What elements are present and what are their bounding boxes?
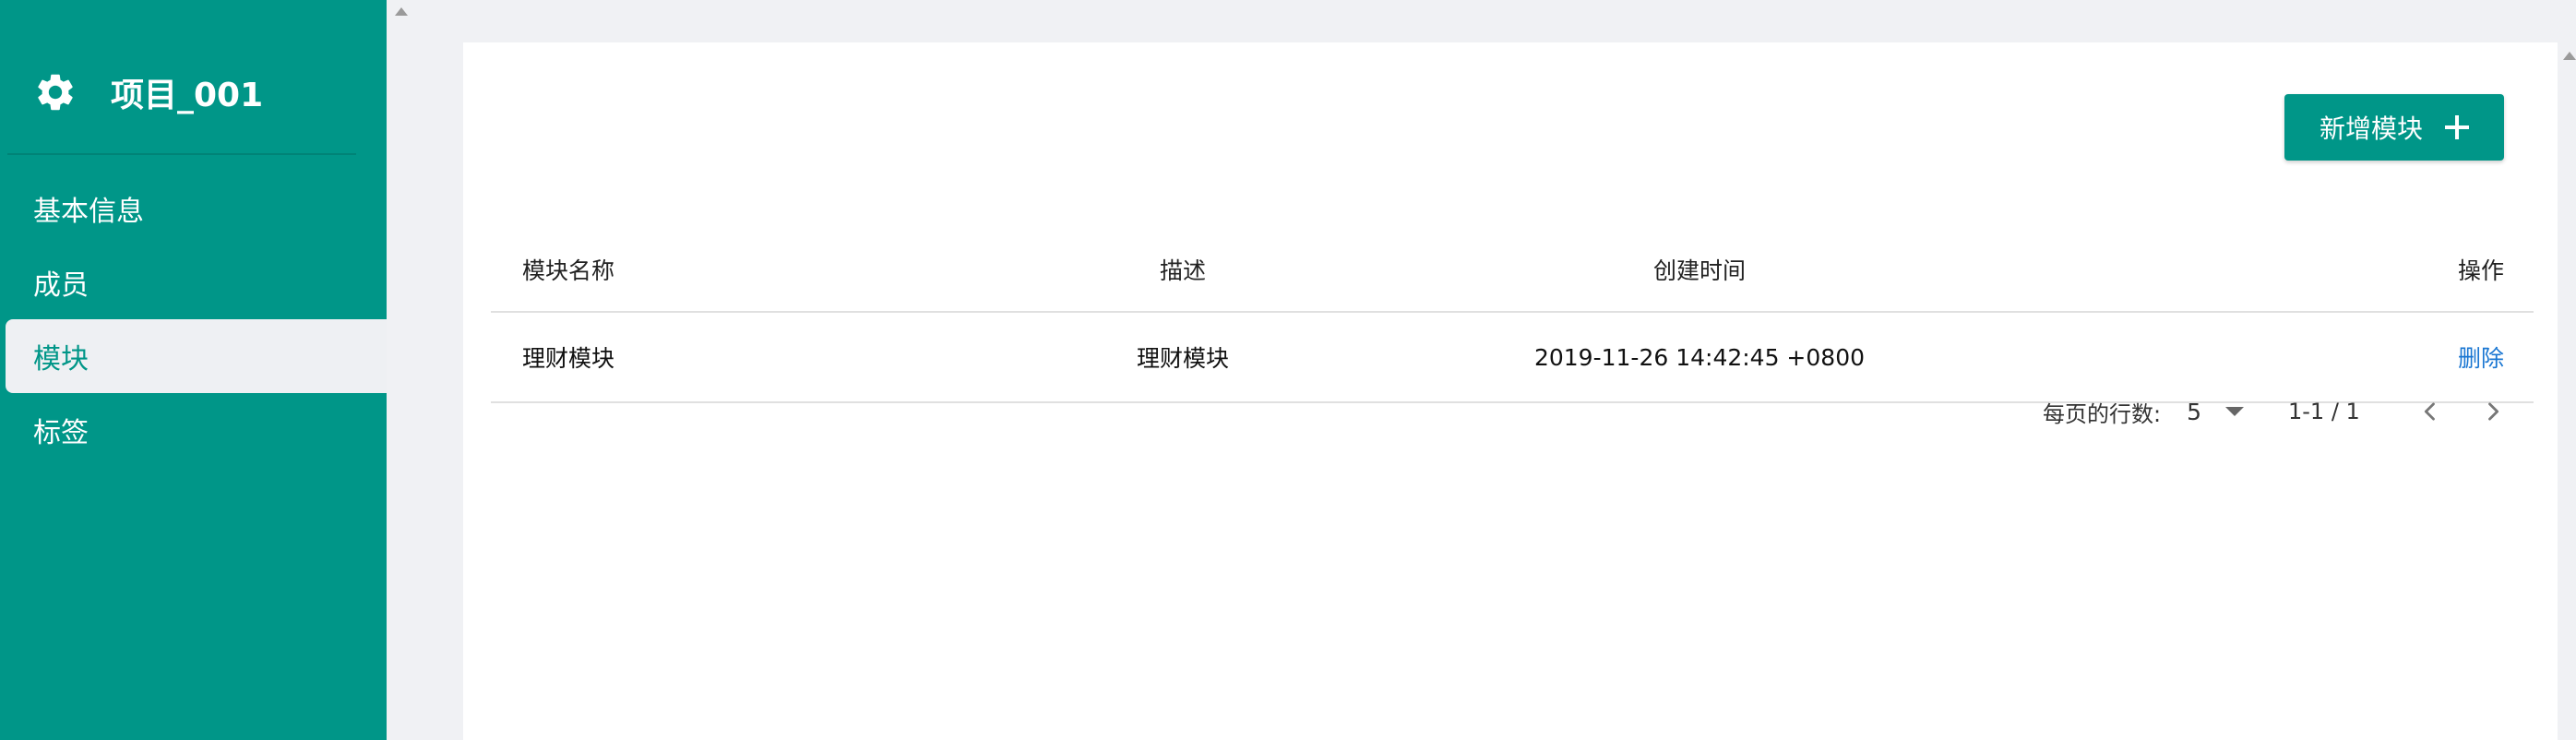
sidebar-item-label: 模块 bbox=[33, 343, 89, 376]
gear-icon bbox=[38, 74, 73, 111]
rows-per-page-value: 5 bbox=[2187, 398, 2201, 425]
column-header-name: 模块名称 bbox=[491, 227, 1044, 313]
sidebar-item-tags[interactable]: 标签 bbox=[0, 393, 387, 467]
column-header-actions: 操作 bbox=[2078, 227, 2534, 313]
chevron-left-icon bbox=[2424, 402, 2435, 421]
sidebar-header: 项目_001 bbox=[33, 66, 263, 118]
previous-page-button[interactable] bbox=[2408, 389, 2452, 434]
modules-table: 模块名称 描述 创建时间 操作 理财模块 理财模块 2019-11-26 14:… bbox=[491, 227, 2534, 403]
sidebar-nav: 基本信息 成员 模块 标签 bbox=[0, 172, 387, 467]
scroll-up-arrow-icon[interactable] bbox=[395, 7, 408, 16]
project-title: 项目_001 bbox=[111, 77, 264, 114]
modules-panel: 新增模块 模块名称 描述 创建时间 操作 理财模块 理财模块 2019-11-2… bbox=[463, 42, 2558, 740]
sidebar-item-label: 成员 bbox=[33, 269, 89, 302]
pagination: 每页的行数: 5 1-1 / 1 bbox=[2043, 386, 2515, 437]
page-range: 1-1 / 1 bbox=[2288, 399, 2360, 424]
sidebar-item-basic-info[interactable]: 基本信息 bbox=[0, 172, 387, 245]
column-header-description: 描述 bbox=[1044, 227, 1321, 313]
sidebar: 项目_001 基本信息 成员 模块 标签 bbox=[0, 0, 387, 740]
sidebar-item-modules[interactable]: 模块 bbox=[6, 319, 387, 393]
next-page-button[interactable] bbox=[2471, 389, 2515, 434]
cell-created-time: 2019-11-26 14:42:45 +0800 bbox=[1321, 312, 2078, 403]
add-module-button[interactable]: 新增模块 bbox=[2284, 94, 2504, 161]
sidebar-divider bbox=[7, 153, 356, 155]
cell-module-name: 理财模块 bbox=[491, 312, 1044, 403]
delete-link[interactable]: 删除 bbox=[2458, 345, 2504, 372]
scroll-up-arrow-icon-right[interactable] bbox=[2563, 52, 2576, 60]
chevron-right-icon bbox=[2487, 402, 2498, 421]
plus-icon bbox=[2445, 115, 2469, 139]
column-header-created: 创建时间 bbox=[1321, 227, 2078, 313]
add-module-label: 新增模块 bbox=[2319, 113, 2423, 144]
rows-per-page-select[interactable]: 5 bbox=[2187, 399, 2244, 425]
caret-down-icon bbox=[2225, 407, 2244, 416]
table-header-row: 模块名称 描述 创建时间 操作 bbox=[491, 227, 2534, 313]
sidebar-item-label: 标签 bbox=[33, 417, 89, 449]
rows-per-page-label: 每页的行数: bbox=[2043, 400, 2162, 427]
sidebar-item-members[interactable]: 成员 bbox=[0, 245, 387, 319]
cell-description: 理财模块 bbox=[1044, 312, 1321, 403]
sidebar-item-label: 基本信息 bbox=[33, 196, 144, 228]
